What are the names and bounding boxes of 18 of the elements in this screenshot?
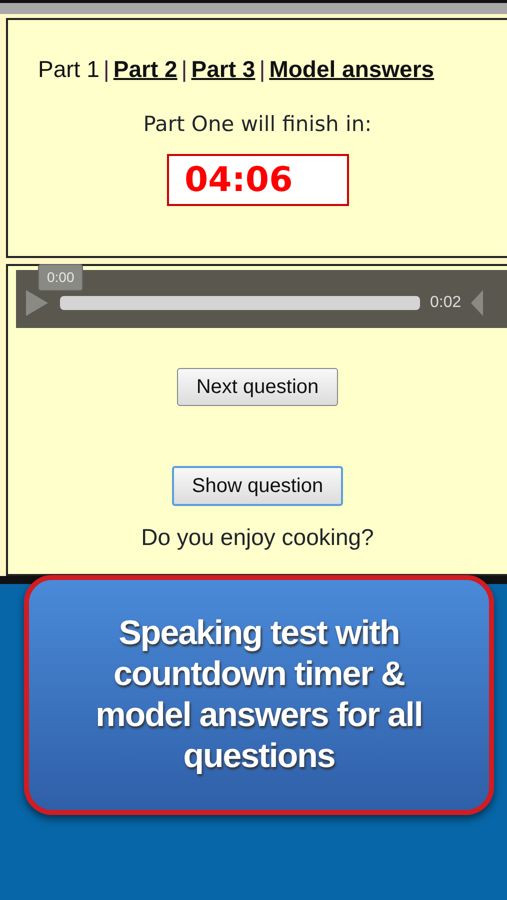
part-link[interactable]: Part 2 [113, 56, 178, 82]
volume-icon[interactable] [471, 290, 484, 316]
question-button[interactable]: Next question [177, 368, 338, 406]
progress-track[interactable] [60, 296, 420, 310]
duration-label: 0:02 [430, 293, 462, 313]
part-link[interactable]: Part 3 [191, 56, 256, 82]
countdown-timer: 04:06 [166, 154, 348, 206]
callout-text: Speaking test with countdown timer & model answers for all questions [94, 613, 424, 777]
time-tooltip: 0:00 [38, 264, 84, 291]
separator: | [181, 56, 188, 82]
part-link[interactable]: Part 1 [38, 56, 100, 82]
timer-caption: Part One will finish in: [142, 110, 373, 138]
play-icon[interactable] [24, 288, 50, 318]
question-button[interactable]: Show question [172, 466, 344, 506]
separator: | [103, 56, 110, 82]
question-text: Do you enjoy cooking? [140, 523, 375, 552]
part-link[interactable]: Model answers [269, 56, 434, 82]
separator: | [259, 56, 266, 82]
